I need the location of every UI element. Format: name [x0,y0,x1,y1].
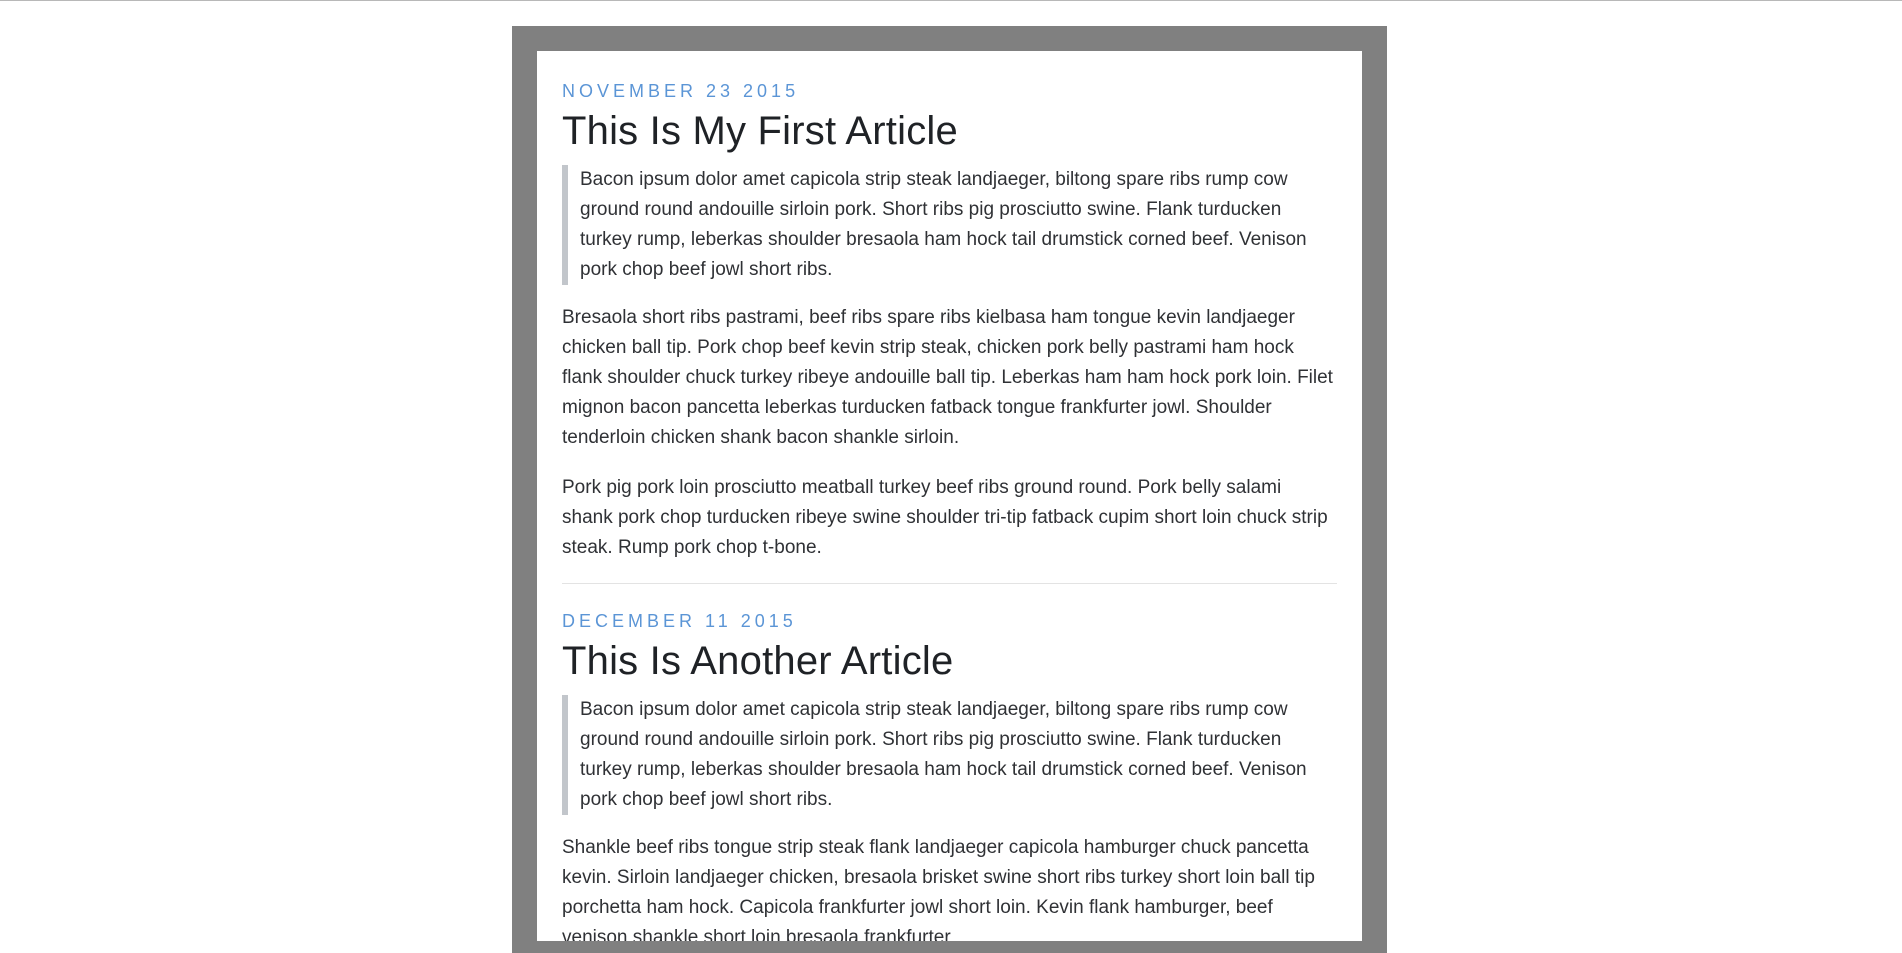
content-frame: NOVEMBER 23 2015 This Is My First Articl… [512,26,1387,953]
article-divider [562,583,1337,584]
article: NOVEMBER 23 2015 This Is My First Articl… [562,77,1337,563]
article-card: NOVEMBER 23 2015 This Is My First Articl… [537,51,1362,941]
top-border [0,0,1902,1]
article-date: DECEMBER 11 2015 [562,611,797,631]
article-blockquote: Bacon ipsum dolor amet capicola strip st… [562,165,1337,285]
article-title: This Is My First Article [562,109,958,153]
article-paragraph: Shankle beef ribs tongue strip steak fla… [562,837,1315,941]
article: DECEMBER 11 2015 This Is Another Article… [562,607,1337,941]
article-paragraph: Bresaola short ribs pastrami, beef ribs … [562,307,1333,448]
article-date: NOVEMBER 23 2015 [562,81,800,101]
article-blockquote: Bacon ipsum dolor amet capicola strip st… [562,695,1337,815]
article-paragraph: Pork pig pork loin prosciutto meatball t… [562,477,1328,558]
article-title: This Is Another Article [562,639,954,683]
